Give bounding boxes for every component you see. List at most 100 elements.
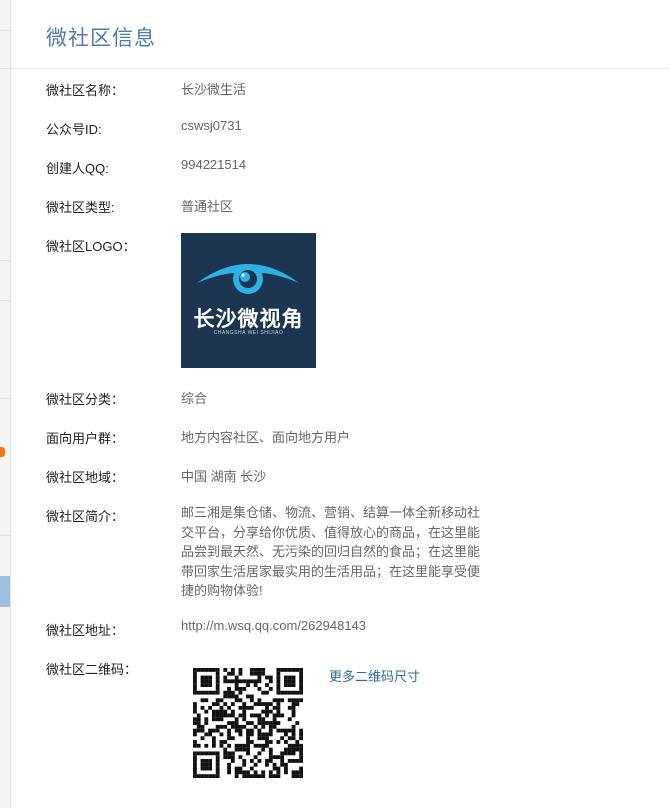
qr-module: [238, 686, 243, 691]
qr-module: [200, 679, 205, 684]
qr-module: [299, 759, 303, 763]
qr-module: [291, 713, 296, 718]
qr-module: [265, 721, 269, 725]
qr-module: [284, 740, 288, 744]
qr-module: [257, 736, 262, 741]
qr-module: [193, 717, 197, 722]
qr-module: [193, 671, 197, 676]
qr-module: [280, 736, 285, 741]
qr-module: [238, 743, 243, 748]
qr-module: [230, 755, 235, 760]
qr-module: [193, 774, 197, 778]
qr-module: [253, 671, 258, 676]
qr-module: [215, 717, 220, 722]
qr-module: [253, 668, 258, 672]
qr-module: [253, 755, 258, 760]
qr-module: [299, 690, 303, 695]
qr-module: [204, 743, 209, 748]
qr-module: [265, 759, 269, 763]
qr-module: [242, 717, 247, 722]
qr-module: [284, 751, 288, 756]
qr-module: [287, 751, 292, 756]
qr-module: [200, 751, 205, 756]
qr-module: [227, 728, 231, 733]
qr-module: [284, 683, 288, 688]
qr-module: [276, 698, 281, 703]
qr-module: [249, 694, 254, 699]
audience-value: 地方内容社区、面向地方用户: [181, 430, 351, 445]
qr-module: [211, 717, 216, 722]
qr-module: [280, 755, 285, 760]
qr-module: [219, 740, 224, 744]
qr-module: [208, 705, 213, 710]
qr-module: [196, 728, 201, 733]
qr-module: [276, 770, 281, 775]
more-qr-sizes-link[interactable]: 更多二维码尺寸: [329, 666, 420, 685]
qr-module: [196, 721, 201, 725]
qr-module: [193, 668, 197, 672]
sidebar-divider: [0, 535, 10, 536]
qr-module: [276, 675, 281, 680]
qr-module: [234, 766, 239, 771]
qr-module: [204, 732, 209, 737]
qr-module: [261, 747, 266, 752]
qr-module: [196, 751, 201, 756]
name-label: 微社区名称：: [46, 83, 125, 98]
sidebar-item-active[interactable]: [0, 576, 10, 607]
left-sidebar: [0, 0, 11, 808]
address-label: 微社区地址：: [46, 623, 125, 638]
qr-module: [280, 668, 285, 672]
qr-module: [276, 755, 281, 760]
qr-module: [246, 770, 250, 775]
qr-module: [223, 751, 228, 756]
qr-module: [227, 770, 231, 775]
qr-module: [200, 736, 205, 741]
creator-qq-value: 994221514: [181, 157, 247, 172]
qr-module: [238, 728, 243, 733]
qr-module: [208, 762, 213, 767]
qr-module: [234, 721, 239, 725]
qr-module: [272, 755, 277, 760]
qr-module: [242, 705, 247, 710]
qr-module: [242, 724, 247, 729]
qr-module: [268, 751, 273, 756]
qr-module: [272, 705, 277, 710]
qr-module: [291, 736, 296, 741]
logo-label: 微社区LOGO：: [46, 239, 136, 254]
qr-module: [204, 774, 209, 778]
qr-module: [261, 668, 266, 672]
qr-module: [253, 702, 258, 706]
community-logo: 长沙微视角 CHANGSHA WEI SHIJIAO: [181, 233, 316, 368]
qr-module: [261, 721, 266, 725]
qr-module: [211, 690, 216, 695]
qr-module: [249, 766, 254, 771]
qr-module: [200, 766, 205, 771]
qr-module: [295, 698, 300, 703]
qr-module: [261, 690, 266, 695]
qr-module: [291, 724, 296, 729]
qr-module: [295, 774, 300, 778]
creator-qq-label: 创建人QQ:: [46, 161, 109, 176]
qrcode-label: 微社区二维码：: [46, 662, 138, 677]
qr-module: [249, 705, 254, 710]
qr-module: [261, 736, 266, 741]
qr-module: [238, 698, 243, 703]
qr-module: [230, 668, 235, 672]
qr-module: [261, 724, 266, 729]
qr-module: [253, 679, 258, 684]
qr-module: [242, 774, 247, 778]
qr-module: [196, 668, 201, 672]
qr-module: [276, 683, 281, 688]
qr-module: [238, 668, 243, 672]
sidebar-divider: [0, 30, 10, 31]
qr-module: [268, 709, 273, 714]
qr-module: [249, 668, 254, 672]
qr-module: [208, 732, 213, 737]
qr-module: [253, 770, 258, 775]
qr-module: [234, 724, 239, 729]
qr-module: [257, 759, 262, 763]
qr-module: [276, 702, 281, 706]
qr-module: [204, 709, 209, 714]
qr-module: [227, 679, 231, 684]
qr-module: [257, 721, 262, 725]
